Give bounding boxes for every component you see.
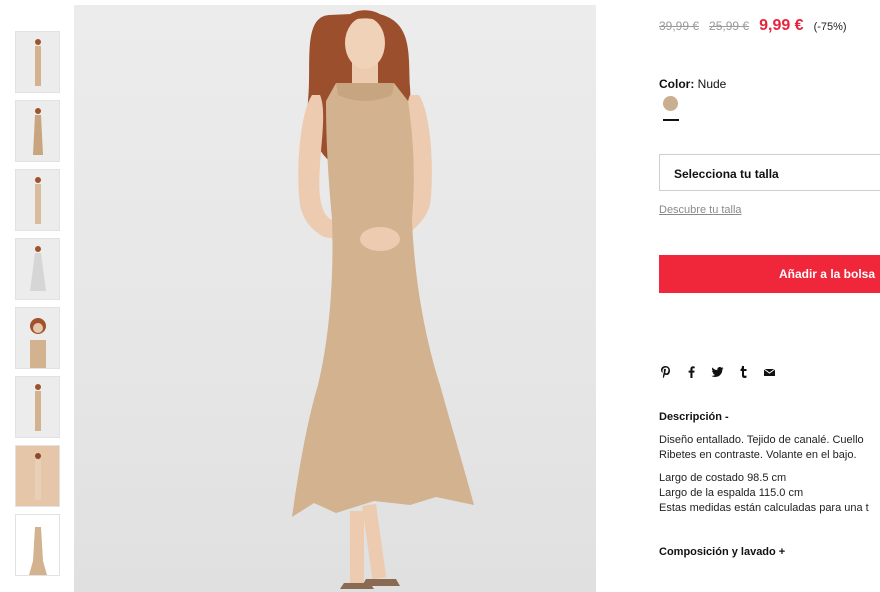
color-value: Nude <box>697 77 727 91</box>
measure-line-1: Largo de costado 98.5 cm <box>659 472 787 484</box>
measure-line-3: Estas medidas están calculadas para una … <box>659 502 869 514</box>
size-select[interactable]: Selecciona tu talla <box>659 154 880 191</box>
add-to-bag-button[interactable]: Añadir a la bolsa <box>659 255 880 293</box>
thumbnail-3[interactable] <box>15 169 60 231</box>
thumbnail-5[interactable] <box>15 307 60 369</box>
twitter-icon[interactable] <box>711 365 724 379</box>
color-row: Color: Nude <box>659 77 726 91</box>
product-panel: 39,99 € 25,99 € 9,99 € (-75%) Color: Nud… <box>659 0 880 592</box>
measure-line-2: Largo de la espalda 115.0 cm <box>659 487 804 499</box>
thumbnail-6[interactable] <box>15 376 60 438</box>
color-swatch-nude[interactable] <box>663 96 678 111</box>
previous-price: 25,99 € <box>709 19 750 33</box>
thumbnail-gallery <box>15 31 60 583</box>
description-line-1: Diseño entallado. Tejido de canalé. Cuel… <box>659 434 864 446</box>
selected-swatch-indicator <box>663 119 679 121</box>
description-body: Diseño entallado. Tejido de canalé. Cuel… <box>659 433 880 524</box>
share-icons <box>659 365 789 379</box>
price-row: 39,99 € 25,99 € 9,99 € (-75%) <box>659 17 847 35</box>
thumbnail-2[interactable] <box>15 100 60 162</box>
sale-price: 9,99 € <box>759 17 804 34</box>
color-label: Color: <box>659 77 695 91</box>
mail-icon[interactable] <box>763 365 776 379</box>
model-illustration <box>292 10 474 589</box>
description-line-2: Ribetes en contraste. Volante en el bajo… <box>659 449 857 461</box>
size-guide-link[interactable]: Descubre tu talla <box>659 204 742 216</box>
thumbnail-8[interactable] <box>15 514 60 576</box>
tumblr-icon[interactable] <box>737 365 750 379</box>
thumbnail-7[interactable] <box>15 445 60 507</box>
main-product-image[interactable] <box>74 5 596 592</box>
original-price: 39,99 € <box>659 19 700 33</box>
thumbnail-1[interactable] <box>15 31 60 93</box>
composition-heading[interactable]: Composición y lavado + <box>659 546 785 558</box>
pinterest-icon[interactable] <box>659 365 672 379</box>
description-heading[interactable]: Descripción - <box>659 411 729 423</box>
thumbnail-4[interactable] <box>15 238 60 300</box>
discount-label: (-75%) <box>813 21 847 33</box>
facebook-icon[interactable] <box>685 365 698 379</box>
